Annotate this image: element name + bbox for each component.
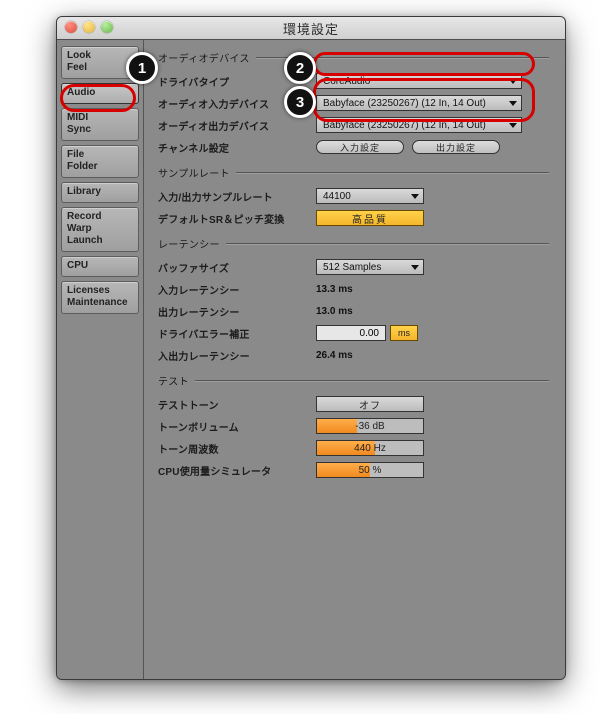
tab-record-warp[interactable]: Record Warp Launch [61,207,139,252]
toggle-label: オフ [359,397,381,412]
sidebar: Look Feel Audio MIDI Sync File Folder Li… [57,40,144,679]
section-title: サンプルレート [158,165,230,180]
dropdown-value: CoreAudio [323,76,370,87]
section-title: テスト [158,373,189,388]
close-icon[interactable] [65,21,77,33]
preferences-window: 環境設定 Look Feel Audio MIDI Sync File Fold… [56,16,566,680]
chevron-down-icon [509,101,517,106]
tab-label: Sync [67,124,133,136]
tab-label: Warp [67,223,133,235]
output-config-button[interactable]: 出力設定 [412,140,500,154]
label-buffer-size: バッファサイズ [158,260,316,275]
titlebar: 環境設定 [57,17,565,40]
label-default-sr-pitch: デフォルトSR＆ピッチ変換 [158,211,316,226]
buffer-size-dropdown[interactable]: 512 Samples [316,259,424,275]
cpu-usage-sim-slider[interactable]: 50 % [316,462,424,478]
tab-label: Feel [67,62,133,74]
section-test: テスト [158,373,549,388]
label-tone-volume: トーンボリューム [158,419,316,434]
unit-ms: ms [390,325,418,341]
tab-label: Look [67,50,133,62]
tab-licenses[interactable]: Licenses Maintenance [61,281,139,314]
chevron-down-icon [509,79,517,84]
section-title: レーテンシー [158,236,220,251]
section-latency: レーテンシー [158,236,549,251]
label-driver-type: ドライバタイプ [158,74,316,89]
content-panel: オーディオデバイス ドライバタイプ CoreAudio オーディオ入力デバイス [144,40,565,679]
minimize-icon[interactable] [83,21,95,33]
driver-type-dropdown[interactable]: CoreAudio [316,73,522,89]
dropdown-value: Babyface (23250267) (12 In, 14 Out) [323,98,486,109]
tab-label: File [67,149,133,161]
window-controls [65,21,113,33]
tab-file-folder[interactable]: File Folder [61,145,139,178]
label-channel-config: チャンネル設定 [158,140,316,155]
tab-label: Library [67,186,133,198]
button-label: 出力設定 [436,141,476,154]
dropdown-value: 512 Samples [323,262,381,273]
section-sample-rate: サンプルレート [158,165,549,180]
tab-label: Audio [67,87,133,99]
sr-pitch-quality-button[interactable]: 高品質 [316,210,424,226]
tab-label: Folder [67,161,133,173]
label-driver-error-comp: ドライバエラー補正 [158,326,316,341]
tab-midi-sync[interactable]: MIDI Sync [61,108,139,141]
label-output-latency: 出力レーテンシー [158,304,316,319]
test-tone-toggle[interactable]: オフ [316,396,424,412]
input-latency-value: 13.3 ms [316,284,353,295]
tab-audio[interactable]: Audio [61,83,139,104]
chevron-down-icon [411,265,419,270]
driver-error-comp-input[interactable] [316,325,386,341]
label-cpu-sim: CPU使用量シミュレータ [158,463,316,478]
divider [236,172,549,173]
chevron-down-icon [509,123,517,128]
tab-label: CPU [67,260,133,272]
output-latency-value: 13.0 ms [316,306,353,317]
dropdown-value: Babyface (23250267) (12 In, 14 Out) [323,120,486,131]
label-tone-freq: トーン周波数 [158,441,316,456]
button-label: 高品質 [352,211,388,226]
tab-look-feel[interactable]: Look Feel [61,46,139,79]
tab-label: Maintenance [67,297,133,309]
tab-label: Launch [67,235,133,247]
audio-input-device-dropdown[interactable]: Babyface (23250267) (12 In, 14 Out) [316,95,522,111]
zoom-icon[interactable] [101,21,113,33]
slider-value: -36 dB [317,419,423,433]
divider [256,57,549,58]
label-test-tone: テストトーン [158,397,316,412]
tone-volume-slider[interactable]: -36 dB [316,418,424,434]
slider-value: 50 % [317,463,423,477]
divider [195,380,549,381]
label-total-latency: 入出力レーテンシー [158,348,316,363]
tone-frequency-slider[interactable]: 440 Hz [316,440,424,456]
label-input-device: オーディオ入力デバイス [158,96,316,111]
label-io-sample-rate: 入力/出力サンプルレート [158,189,316,204]
tab-label: Licenses [67,285,133,297]
tab-label: Record [67,211,133,223]
divider [226,243,549,244]
input-config-button[interactable]: 入力設定 [316,140,404,154]
tab-cpu[interactable]: CPU [61,256,139,277]
label-output-device: オーディオ出力デバイス [158,118,316,133]
tab-library[interactable]: Library [61,182,139,203]
tab-label: MIDI [67,112,133,124]
section-title: オーディオデバイス [158,50,250,65]
audio-output-device-dropdown[interactable]: Babyface (23250267) (12 In, 14 Out) [316,117,522,133]
label-input-latency: 入力レーテンシー [158,282,316,297]
total-latency-value: 26.4 ms [316,350,353,361]
chevron-down-icon [411,194,419,199]
section-audio-device: オーディオデバイス [158,50,549,65]
slider-value: 440 Hz [317,441,423,455]
button-label: 入力設定 [340,141,380,154]
sample-rate-dropdown[interactable]: 44100 [316,188,424,204]
window-title: 環境設定 [57,19,565,38]
dropdown-value: 44100 [323,191,351,202]
